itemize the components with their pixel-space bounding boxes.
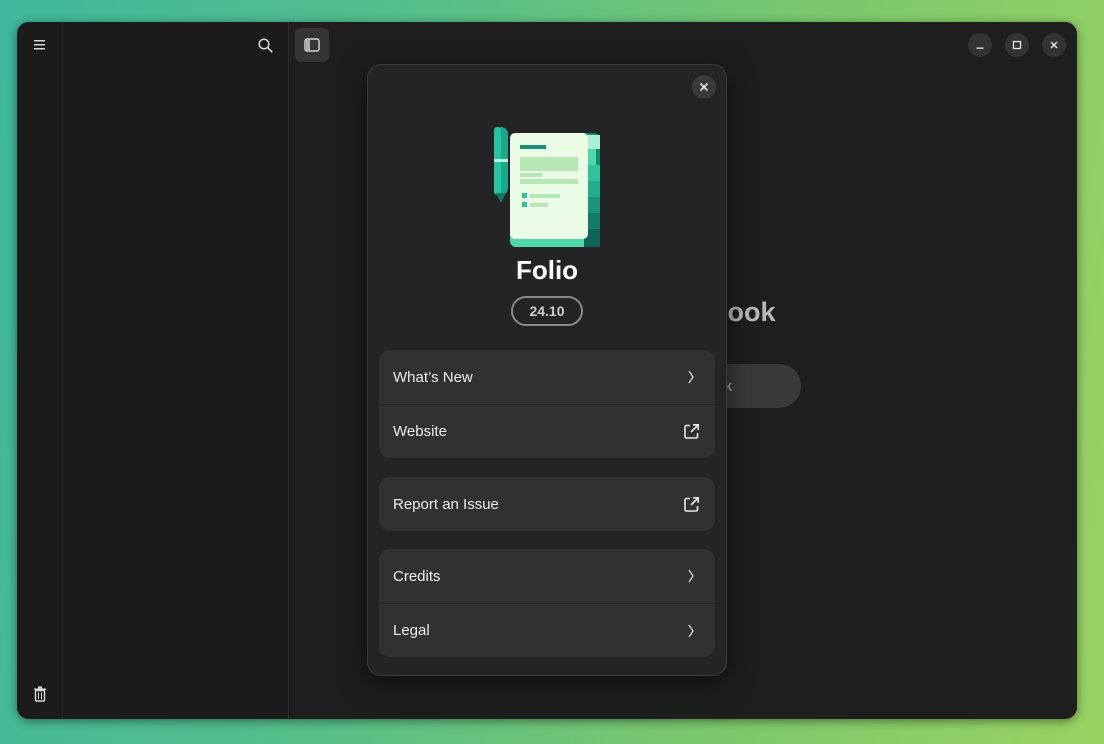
report-issue-group: Report an Issue	[379, 477, 715, 531]
chevron-right-icon	[681, 367, 701, 387]
close-window-button[interactable]	[1042, 33, 1066, 57]
maximize-icon	[1012, 40, 1022, 50]
external-link-icon	[681, 494, 701, 514]
folio-app-icon	[494, 127, 600, 247]
about-links-group: What’s New Website	[379, 350, 715, 458]
close-icon	[699, 82, 709, 92]
website-row[interactable]: Website	[379, 404, 715, 458]
row-label: Website	[393, 423, 447, 440]
sidebar-rail	[17, 22, 63, 719]
row-label: What’s New	[393, 368, 473, 386]
sidebar-toggle-icon	[304, 38, 320, 52]
minimize-icon	[976, 47, 984, 49]
trash-button[interactable]	[29, 683, 51, 705]
main-menu-button[interactable]	[29, 35, 51, 55]
chevron-right-icon	[681, 566, 701, 586]
search-icon	[257, 37, 273, 53]
about-dialog: Folio 24.10 What’s New Website Report an…	[367, 64, 727, 676]
minimize-button[interactable]	[968, 33, 992, 57]
hamburger-menu-icon	[34, 40, 45, 50]
report-issue-row[interactable]: Report an Issue	[379, 477, 715, 531]
row-label: Report an Issue	[393, 495, 499, 513]
toggle-sidebar-button[interactable]	[295, 28, 329, 62]
dialog-close-button[interactable]	[692, 75, 716, 99]
app-name: Folio	[515, 255, 579, 285]
row-label: Credits	[393, 567, 441, 585]
trash-icon	[34, 686, 46, 702]
maximize-button[interactable]	[1005, 33, 1029, 57]
row-label: Legal	[393, 622, 430, 639]
close-icon	[1050, 41, 1058, 49]
version-badge[interactable]: 24.10	[511, 296, 583, 326]
credits-row[interactable]: Credits	[379, 549, 715, 603]
chevron-right-icon	[681, 621, 701, 641]
external-link-icon	[681, 422, 701, 442]
search-button[interactable]	[253, 34, 277, 56]
legal-row[interactable]: Legal	[379, 603, 715, 657]
whats-new-row[interactable]: What’s New	[379, 350, 715, 404]
credits-legal-group: Credits Legal	[379, 549, 715, 657]
note-list-pane	[63, 22, 289, 719]
